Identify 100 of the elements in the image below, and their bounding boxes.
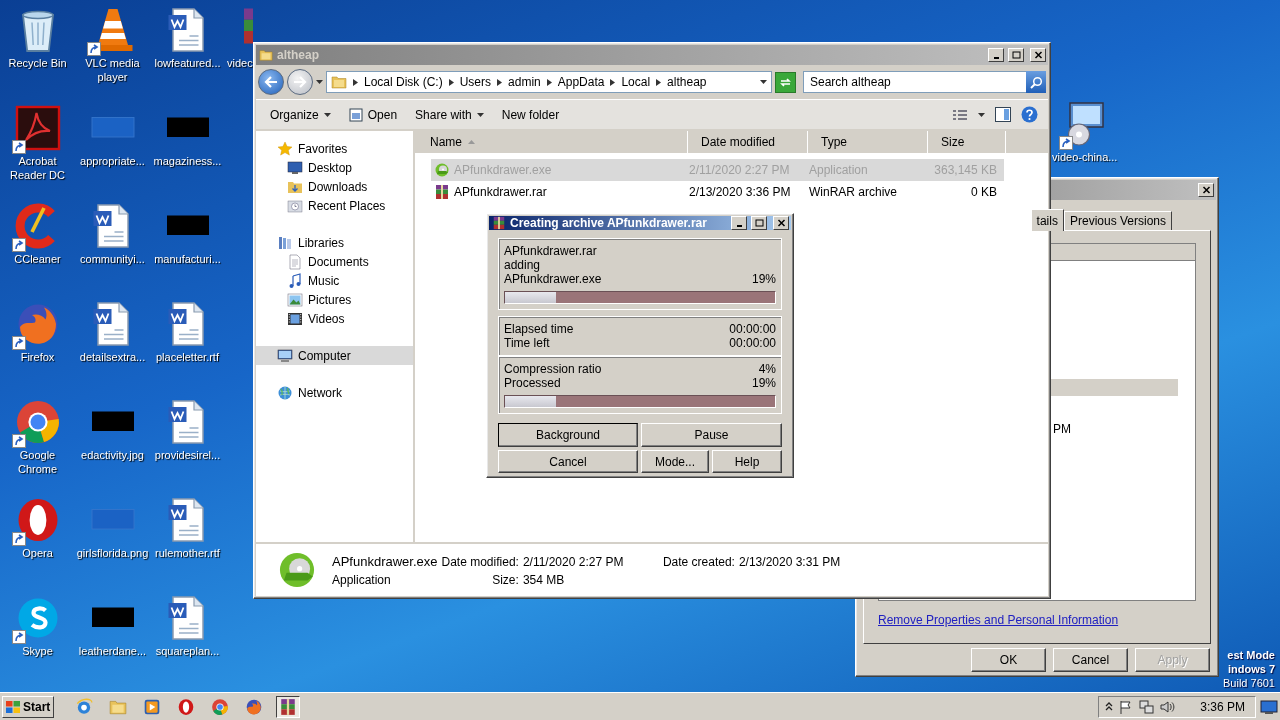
dialog-button[interactable]: Cancel bbox=[1053, 648, 1128, 672]
nav-item[interactable]: Network bbox=[256, 383, 413, 402]
back-button[interactable] bbox=[258, 69, 284, 95]
toolbar-button[interactable]: Open bbox=[340, 104, 406, 125]
dialog-button[interactable]: Cancel bbox=[498, 450, 638, 473]
toolbar-button[interactable]: Share with bbox=[407, 104, 492, 125]
refresh-button[interactable] bbox=[775, 71, 796, 93]
breadcrumb-item[interactable]: altheap bbox=[667, 75, 707, 89]
icon-tile[interactable]: videc bbox=[227, 6, 253, 70]
icon-tile[interactable]: girlsflorida.png bbox=[75, 496, 150, 594]
dialog-button[interactable]: Help bbox=[712, 450, 782, 473]
refresh-icon bbox=[779, 76, 792, 88]
maximize-button[interactable] bbox=[1008, 48, 1024, 62]
nav-item[interactable]: Desktop bbox=[256, 158, 413, 177]
icon-tile[interactable]: Acrobat Reader DC bbox=[0, 104, 75, 202]
forward-arrow-icon bbox=[293, 76, 307, 88]
search-button[interactable] bbox=[1026, 71, 1046, 93]
monitor-icon bbox=[287, 159, 303, 176]
maximize-button[interactable] bbox=[751, 216, 767, 230]
toolbar-button[interactable]: New folder bbox=[493, 104, 568, 125]
address-bar[interactable]: Local Disk (C:) Users admin AppData Local altheap bbox=[326, 71, 772, 93]
minimize-button[interactable] bbox=[731, 216, 747, 230]
minimize-button[interactable] bbox=[988, 48, 1004, 62]
dialog-button[interactable]: Pause bbox=[641, 423, 782, 447]
network-icon[interactable] bbox=[1139, 699, 1155, 714]
flag-icon[interactable] bbox=[1119, 699, 1134, 714]
list-view-icon bbox=[952, 108, 968, 121]
start-button[interactable]: Start bbox=[2, 695, 54, 718]
icon-tile[interactable]: CCleaner bbox=[0, 202, 75, 300]
dialog-title: Creating archive APfunkdrawer.rar bbox=[510, 216, 708, 230]
dialog-button[interactable]: OK bbox=[971, 648, 1046, 672]
close-button[interactable] bbox=[1198, 183, 1214, 197]
nav-item[interactable]: Downloads bbox=[256, 177, 413, 196]
close-button[interactable] bbox=[773, 216, 789, 230]
clock[interactable]: 3:36 PM bbox=[1200, 699, 1245, 714]
icon-tile[interactable]: VLC media player bbox=[75, 6, 150, 104]
nav-item[interactable]: Documents bbox=[256, 252, 413, 271]
breadcrumb-item[interactable]: AppData bbox=[557, 75, 605, 89]
show-desktop-icon[interactable] bbox=[1260, 699, 1278, 714]
nav-item[interactable]: Favorites bbox=[256, 139, 413, 158]
field-label: Size: bbox=[491, 572, 519, 587]
nav-item[interactable]: Libraries bbox=[256, 233, 413, 252]
library-icon bbox=[277, 234, 293, 251]
nav-item[interactable]: Recent Places bbox=[256, 196, 413, 215]
nav-item[interactable]: Music bbox=[256, 271, 413, 290]
percent-value: 19% bbox=[751, 272, 776, 286]
icon-tile[interactable]: detailsextra... bbox=[75, 300, 150, 398]
breadcrumb-item[interactable]: Local bbox=[621, 75, 651, 89]
field-value: 2/11/2020 2:27 PM bbox=[522, 554, 625, 569]
nav-item[interactable]: Pictures bbox=[256, 290, 413, 309]
icon-tile[interactable]: communityi... bbox=[75, 202, 150, 300]
caret-icon bbox=[316, 80, 323, 84]
pdf-icon bbox=[13, 104, 62, 152]
close-button[interactable] bbox=[1030, 48, 1046, 62]
icon-tile[interactable]: appropriate... bbox=[75, 104, 150, 202]
back-arrow-icon bbox=[264, 76, 278, 88]
remove-properties-link[interactable]: Remove Properties and Personal Information bbox=[878, 613, 1196, 627]
breadcrumb-item[interactable]: Users bbox=[459, 75, 492, 89]
nav-item[interactable]: Videos bbox=[256, 309, 413, 328]
tab[interactable]: Previous Versions bbox=[1063, 211, 1172, 230]
tab[interactable]: tails bbox=[1030, 209, 1064, 231]
icon-tile[interactable]: rulemother.rtf bbox=[150, 496, 225, 594]
breadcrumb-item[interactable]: Local Disk (C:) bbox=[364, 75, 443, 89]
forward-button[interactable] bbox=[287, 69, 313, 95]
column-header[interactable]: Date modified bbox=[688, 131, 808, 153]
icon-tile[interactable]: Firefox bbox=[0, 300, 75, 398]
column-header[interactable]: Name bbox=[417, 131, 688, 153]
icon-tile[interactable]: video-china... bbox=[1052, 100, 1118, 164]
toolbar-button[interactable]: Organize bbox=[262, 104, 339, 125]
chevron-up-icon[interactable] bbox=[1105, 702, 1114, 711]
icon-tile[interactable]: edactivity.jpg bbox=[75, 398, 150, 496]
nav-item[interactable]: Computer bbox=[256, 346, 413, 365]
film-icon bbox=[287, 310, 303, 327]
caret-icon bbox=[323, 112, 331, 117]
icon-tile[interactable]: leatherdane... bbox=[75, 594, 150, 692]
property-value: PM bbox=[1053, 422, 1072, 436]
icon-tile[interactable]: placeletter.rtf bbox=[150, 300, 225, 398]
ring-icon bbox=[177, 697, 195, 716]
column-header[interactable]: Size bbox=[928, 131, 1006, 153]
star-icon bbox=[277, 140, 293, 157]
icon-tile[interactable]: magaziness... bbox=[150, 104, 225, 202]
column-header[interactable]: Type bbox=[808, 131, 928, 153]
icon-tile[interactable]: providesirel... bbox=[150, 398, 225, 496]
dialog-button[interactable]: Mode... bbox=[641, 450, 709, 473]
icon-tile[interactable]: manufacturi... bbox=[150, 202, 225, 300]
taskbar-button[interactable] bbox=[276, 695, 300, 718]
icon-tile[interactable]: Google Chrome bbox=[0, 398, 75, 496]
table-cell-text: 2/11/2020 2:27 PM bbox=[689, 163, 791, 177]
play-icon bbox=[143, 697, 161, 716]
speaker-icon[interactable] bbox=[1160, 699, 1177, 714]
icon-tile[interactable]: Skype bbox=[0, 594, 75, 692]
icon-tile[interactable]: Opera bbox=[0, 496, 75, 594]
search-field[interactable]: Search altheap bbox=[803, 71, 1026, 93]
stat-value: 00:00:00 bbox=[729, 322, 776, 336]
icon-tile[interactable]: Recycle Bin bbox=[0, 6, 75, 104]
breadcrumb-item[interactable]: admin bbox=[508, 75, 541, 89]
dialog-button[interactable]: Background bbox=[498, 423, 638, 447]
file-row[interactable]: APfunkdrawer.rar 2/13/2020 3:36 PM WinRAR archive 0 KB bbox=[431, 181, 1004, 203]
icon-tile[interactable]: lowfeatured... bbox=[150, 6, 225, 104]
icon-tile[interactable]: squareplan... bbox=[150, 594, 225, 692]
